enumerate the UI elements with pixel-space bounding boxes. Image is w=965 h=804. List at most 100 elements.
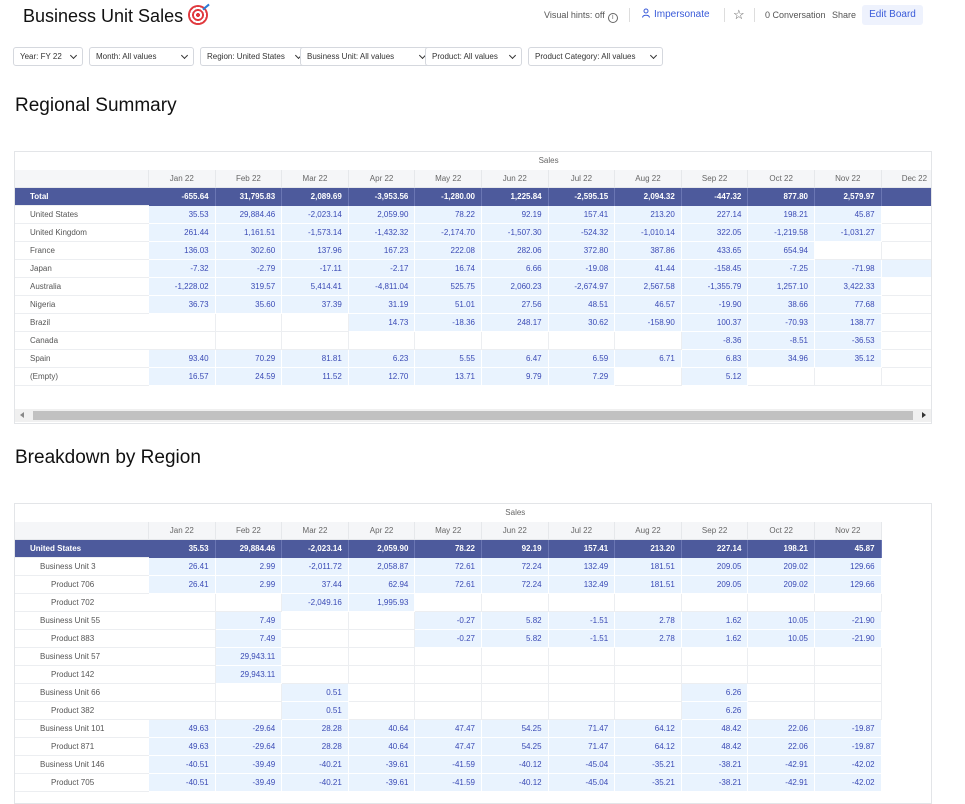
value-cell[interactable]	[748, 666, 815, 684]
value-cell[interactable]	[615, 368, 682, 386]
value-cell[interactable]: 31.19	[348, 296, 416, 314]
star-icon[interactable]: ☆	[733, 7, 745, 23]
column-header-jun-22[interactable]: Jun 22	[482, 170, 549, 188]
value-cell[interactable]: 16.57	[149, 368, 216, 386]
total-cell[interactable]: 46	[881, 188, 931, 206]
total-cell[interactable]: -1,280.00	[415, 188, 482, 206]
value-cell[interactable]: 5.12	[681, 368, 749, 386]
value-cell[interactable]	[282, 648, 349, 666]
value-cell[interactable]: -38.21	[681, 756, 749, 774]
value-cell[interactable]	[415, 332, 482, 350]
value-cell[interactable]	[348, 702, 416, 720]
value-cell[interactable]: 6.59	[548, 350, 616, 368]
value-cell[interactable]: -35.21	[615, 774, 682, 792]
value-cell[interactable]: 10.05	[748, 630, 815, 648]
value-cell[interactable]	[748, 594, 815, 612]
value-cell[interactable]: 654.94	[748, 242, 815, 260]
value-cell[interactable]	[482, 702, 549, 720]
value-cell[interactable]	[881, 368, 931, 386]
filter-year[interactable]: Year: FY 22	[13, 47, 83, 66]
value-cell[interactable]: 12.70	[348, 368, 416, 386]
value-cell[interactable]: 213.20	[615, 206, 682, 224]
value-cell[interactable]: 2.78	[615, 630, 682, 648]
value-cell[interactable]: -39.49	[215, 774, 283, 792]
row-label[interactable]: Business Unit 66	[15, 684, 149, 702]
value-cell[interactable]: 72.24	[482, 576, 549, 594]
value-cell[interactable]	[215, 684, 283, 702]
column-header-may-22[interactable]: May 22	[415, 170, 482, 188]
value-cell[interactable]: -19.87	[815, 738, 882, 756]
value-cell[interactable]	[149, 630, 216, 648]
column-header-feb-22[interactable]: Feb 22	[215, 522, 283, 540]
filter-product-category[interactable]: Product Category: All values	[528, 47, 663, 66]
value-cell[interactable]	[815, 702, 882, 720]
value-cell[interactable]: 35.12	[815, 350, 882, 368]
value-cell[interactable]	[548, 666, 616, 684]
value-cell[interactable]	[881, 224, 931, 242]
value-cell[interactable]: -38.21	[681, 774, 749, 792]
value-cell[interactable]: 222.08	[415, 242, 482, 260]
value-cell[interactable]: -45.04	[548, 774, 616, 792]
row-label[interactable]: Australia	[15, 278, 149, 296]
value-cell[interactable]: 3,422.33	[815, 278, 882, 296]
value-cell[interactable]: 47.47	[415, 720, 482, 738]
column-header-jun-22[interactable]: Jun 22	[482, 522, 549, 540]
value-cell[interactable]	[548, 702, 616, 720]
value-cell[interactable]: 37.44	[282, 576, 349, 594]
filter-region[interactable]: Region: United States	[200, 47, 308, 66]
value-cell[interactable]: 227.14	[681, 206, 749, 224]
value-cell[interactable]: 22.06	[748, 720, 815, 738]
value-cell[interactable]	[881, 332, 931, 350]
value-cell[interactable]: -158.45	[681, 260, 749, 278]
value-cell[interactable]: -4,811.04	[348, 278, 416, 296]
value-cell[interactable]	[415, 666, 482, 684]
value-cell[interactable]: 10.05	[748, 612, 815, 630]
value-cell[interactable]: 5.82	[482, 612, 549, 630]
value-cell[interactable]: 1,995.93	[348, 594, 416, 612]
value-cell[interactable]	[748, 368, 815, 386]
total-row-label[interactable]: United States	[15, 540, 149, 558]
value-cell[interactable]: 81.81	[282, 350, 349, 368]
value-cell[interactable]: 35.53	[149, 206, 216, 224]
row-label[interactable]: Business Unit 146	[15, 756, 149, 774]
value-cell[interactable]: 27.56	[482, 296, 549, 314]
value-cell[interactable]	[548, 684, 616, 702]
column-header-sep-22[interactable]: Sep 22	[681, 522, 749, 540]
value-cell[interactable]: 6.26	[681, 684, 749, 702]
value-cell[interactable]: 6.23	[348, 350, 416, 368]
value-cell[interactable]: -41.59	[415, 774, 482, 792]
total-cell[interactable]: 78.22	[415, 540, 482, 558]
value-cell[interactable]: 26.41	[149, 576, 216, 594]
value-cell[interactable]: 29,943.11	[215, 648, 283, 666]
scroll-left-icon[interactable]	[20, 412, 24, 418]
edit-board-button[interactable]: Edit Board	[862, 5, 923, 25]
value-cell[interactable]	[681, 666, 749, 684]
value-cell[interactable]: 5.82	[482, 630, 549, 648]
value-cell[interactable]: -70.93	[748, 314, 815, 332]
value-cell[interactable]: 47.47	[415, 738, 482, 756]
value-cell[interactable]: -2,174.70	[415, 224, 482, 242]
value-cell[interactable]: 129.66	[815, 576, 882, 594]
value-cell[interactable]: 46.57	[615, 296, 682, 314]
value-cell[interactable]: -19.08	[548, 260, 616, 278]
value-cell[interactable]: -40.21	[282, 774, 349, 792]
value-cell[interactable]: 41.44	[615, 260, 682, 278]
value-cell[interactable]	[215, 332, 283, 350]
value-cell[interactable]: -1,432.32	[348, 224, 416, 242]
row-label[interactable]: Brazil	[15, 314, 149, 332]
value-cell[interactable]: -42.91	[748, 774, 815, 792]
value-cell[interactable]: -8.36	[681, 332, 749, 350]
value-cell[interactable]: 2,060.23	[482, 278, 549, 296]
column-header-oct-22[interactable]: Oct 22	[748, 522, 815, 540]
value-cell[interactable]	[215, 702, 283, 720]
value-cell[interactable]: 51.01	[415, 296, 482, 314]
value-cell[interactable]	[282, 630, 349, 648]
value-cell[interactable]: -1.51	[548, 630, 616, 648]
value-cell[interactable]	[548, 648, 616, 666]
total-cell[interactable]: 45.87	[815, 540, 882, 558]
value-cell[interactable]: 72.61	[415, 576, 482, 594]
value-cell[interactable]	[348, 332, 416, 350]
column-header-aug-22[interactable]: Aug 22	[615, 170, 682, 188]
value-cell[interactable]: 71.47	[548, 720, 616, 738]
value-cell[interactable]: -41.59	[415, 756, 482, 774]
